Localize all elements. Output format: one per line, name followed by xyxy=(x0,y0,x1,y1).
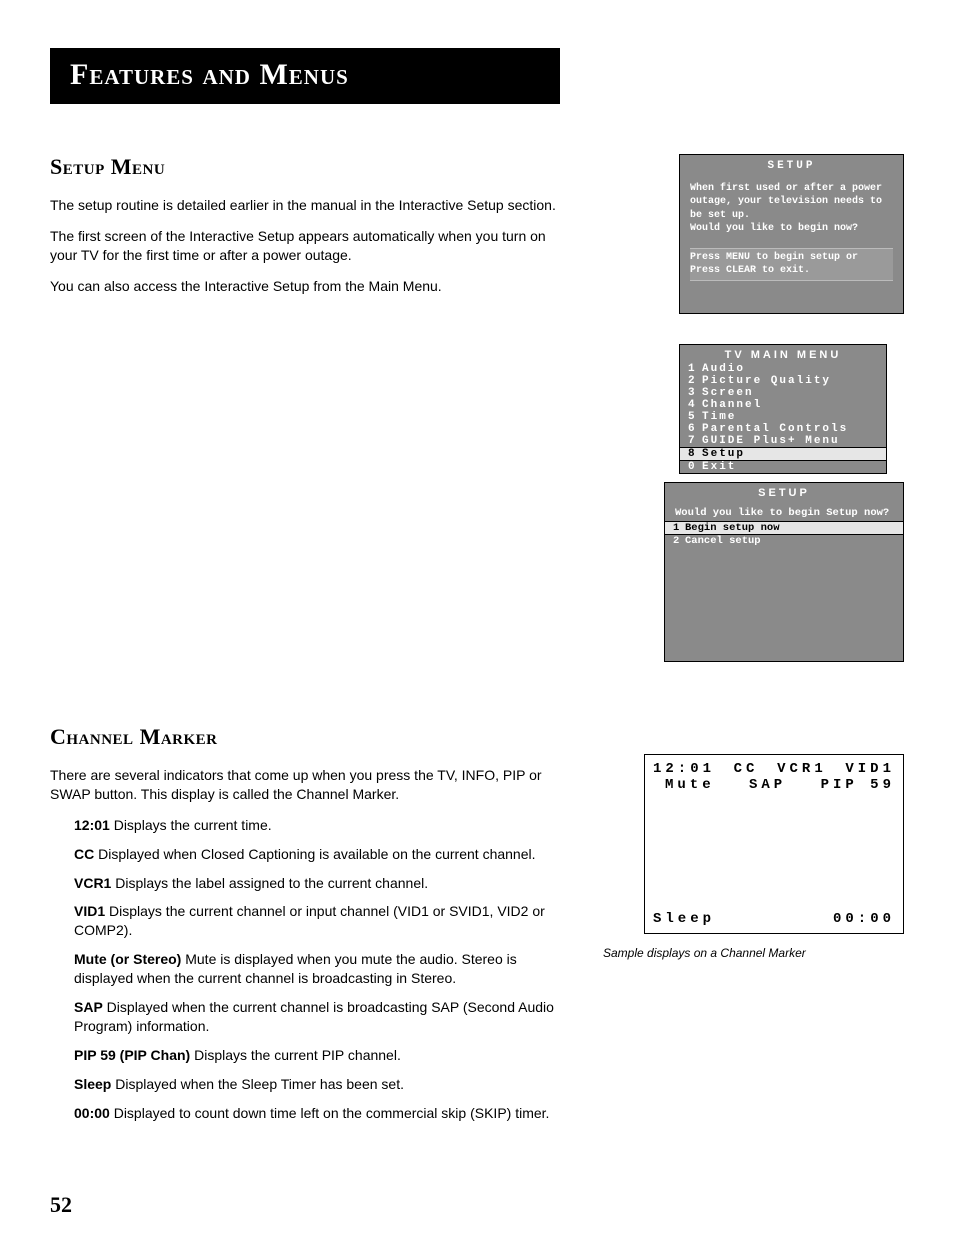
main-menu-item-label: Setup xyxy=(702,448,878,460)
channel-marker-def: VCR1 Displays the label assigned to the … xyxy=(74,874,565,893)
main-menu-item: 4Channel xyxy=(680,399,886,411)
channel-marker-term: VCR1 xyxy=(74,875,111,891)
channel-marker-term: VID1 xyxy=(74,903,105,919)
main-menu-item-number: 8 xyxy=(688,448,702,460)
channel-marker-desc: Displays the label assigned to the curre… xyxy=(111,875,428,891)
marker-timer: 00:00 xyxy=(833,911,895,927)
main-menu-item: 7GUIDE Plus+ Menu xyxy=(680,435,886,447)
main-menu-item-label: Exit xyxy=(702,461,878,473)
channel-marker-heading: Channel Marker xyxy=(50,724,565,750)
channel-marker-desc: Displayed to count down time left on the… xyxy=(110,1105,550,1121)
channel-marker-def: SAP Displayed when the current channel i… xyxy=(74,998,565,1036)
setup-p2: The first screen of the Interactive Setu… xyxy=(50,227,565,265)
main-menu-item-label: GUIDE Plus+ Menu xyxy=(702,435,878,447)
channel-marker-term: Sleep xyxy=(74,1076,111,1092)
channel-marker-intro: There are several indicators that come u… xyxy=(50,766,565,804)
main-menu-item: 0Exit xyxy=(680,461,886,473)
setup-option-number: 2 xyxy=(673,535,685,547)
setup-option: 2 Cancel setup xyxy=(665,535,903,547)
main-menu-item: 3Screen xyxy=(680,387,886,399)
main-menu-item-label: Channel xyxy=(702,399,878,411)
main-menu-item: 8Setup xyxy=(679,447,887,461)
channel-marker-def: Sleep Displayed when the Sleep Timer has… xyxy=(74,1075,565,1094)
osd-main-menu-items: 1Audio2Picture Quality3Screen4Channel5Ti… xyxy=(680,363,886,473)
osd-setup-title: SETUP xyxy=(680,155,903,176)
setup-option-label: Begin setup now xyxy=(685,522,780,534)
main-menu-item: 5Time xyxy=(680,411,886,423)
osd-setup-initial: SETUP When first used or after a power o… xyxy=(679,154,904,314)
main-menu-item-label: Audio xyxy=(702,363,878,375)
marker-pip: PIP 59 xyxy=(821,777,895,793)
channel-marker-text-column: Channel Marker There are several indicat… xyxy=(50,724,565,1132)
main-menu-item-number: 7 xyxy=(688,435,702,447)
osd-stack: TV MAIN MENU 1Audio2Picture Quality3Scre… xyxy=(664,344,904,664)
channel-marker-term: CC xyxy=(74,846,94,862)
setup-menu-heading: Setup Menu xyxy=(50,154,565,180)
setup-menu-screens-column: SETUP When first used or after a power o… xyxy=(595,154,904,664)
main-menu-item-number: 2 xyxy=(688,375,702,387)
main-menu-item: 2Picture Quality xyxy=(680,375,886,387)
channel-marker-def: PIP 59 (PIP Chan) Displays the current P… xyxy=(74,1046,565,1065)
marker-time: 12:01 xyxy=(653,761,715,777)
marker-sap: SAP xyxy=(749,777,786,793)
channel-marker-def: Mute (or Stereo) Mute is displayed when … xyxy=(74,950,565,988)
marker-cc: CC xyxy=(734,761,759,777)
channel-marker-def: 00:00 Displayed to count down time left … xyxy=(74,1104,565,1123)
osd-setup-prompt-text: Would you like to begin Setup now? xyxy=(665,501,903,521)
channel-marker-desc: Displayed when the Sleep Timer has been … xyxy=(111,1076,404,1092)
channel-marker-desc: Displayed when Closed Captioning is avai… xyxy=(94,846,535,862)
channel-marker-section: Channel Marker There are several indicat… xyxy=(50,724,904,1132)
osd-setup-message: When first used or after a power outage,… xyxy=(690,182,893,236)
osd-channel-marker-sample: 12:01 CC VCR1 VID1 Mute SAP PIP 59 Sleep… xyxy=(644,754,904,934)
osd-setup-prompt: SETUP Would you like to begin Setup now?… xyxy=(664,482,904,662)
marker-vid: VID1 xyxy=(845,761,895,777)
main-menu-item-number: 6 xyxy=(688,423,702,435)
page-number: 52 xyxy=(50,1192,904,1218)
setup-option-number: 1 xyxy=(673,522,685,534)
marker-mute: Mute xyxy=(665,777,715,793)
setup-menu-section: Setup Menu The setup routine is detailed… xyxy=(50,154,904,664)
main-menu-item-label: Parental Controls xyxy=(702,423,878,435)
marker-vcr: VCR1 xyxy=(777,761,827,777)
channel-marker-desc: Displays the current channel or input ch… xyxy=(74,903,545,938)
channel-marker-def: CC Displayed when Closed Captioning is a… xyxy=(74,845,565,864)
main-menu-item-label: Time xyxy=(702,411,878,423)
setup-option: 1 Begin setup now xyxy=(664,521,904,535)
channel-marker-desc: Displayed when the current channel is br… xyxy=(74,999,554,1034)
channel-marker-term: 12:01 xyxy=(74,817,110,833)
main-menu-item-number: 0 xyxy=(688,461,702,473)
channel-marker-term: PIP 59 (PIP Chan) xyxy=(74,1047,190,1063)
chapter-title: Features and Menus xyxy=(70,58,540,92)
osd-setup-prompt-title: SETUP xyxy=(665,483,903,501)
main-menu-item-number: 4 xyxy=(688,399,702,411)
osd-main-menu-title: TV MAIN MENU xyxy=(680,345,886,363)
channel-marker-desc: Displays the current time. xyxy=(110,817,272,833)
channel-marker-term: Mute (or Stereo) xyxy=(74,951,181,967)
channel-marker-desc: Displays the current PIP channel. xyxy=(190,1047,401,1063)
main-menu-item-label: Picture Quality xyxy=(702,375,878,387)
setup-p1: The setup routine is detailed earlier in… xyxy=(50,196,565,215)
channel-marker-def: VID1 Displays the current channel or inp… xyxy=(74,902,565,940)
main-menu-item-number: 5 xyxy=(688,411,702,423)
channel-marker-defs: 12:01 Displays the current time. CC Displ… xyxy=(74,816,565,1123)
marker-sleep: Sleep xyxy=(653,911,715,927)
setup-p3: You can also access the Interactive Setu… xyxy=(50,277,565,296)
main-menu-item-label: Screen xyxy=(702,387,878,399)
setup-option-label: Cancel setup xyxy=(685,535,761,547)
main-menu-item: 6Parental Controls xyxy=(680,423,886,435)
channel-marker-caption: Sample displays on a Channel Marker xyxy=(603,946,904,960)
main-menu-item-number: 3 xyxy=(688,387,702,399)
channel-marker-term: 00:00 xyxy=(74,1105,110,1121)
setup-menu-text-column: Setup Menu The setup routine is detailed… xyxy=(50,154,565,664)
channel-marker-term: SAP xyxy=(74,999,103,1015)
osd-setup-hint: Press MENU to begin setup or Press CLEAR… xyxy=(690,248,893,281)
osd-main-menu: TV MAIN MENU 1Audio2Picture Quality3Scre… xyxy=(679,344,887,474)
chapter-title-bar: Features and Menus xyxy=(50,48,560,104)
main-menu-item: 1Audio xyxy=(680,363,886,375)
main-menu-item-number: 1 xyxy=(688,363,702,375)
channel-marker-screen-column: 12:01 CC VCR1 VID1 Mute SAP PIP 59 Sleep… xyxy=(595,724,904,1132)
channel-marker-def: 12:01 Displays the current time. xyxy=(74,816,565,835)
